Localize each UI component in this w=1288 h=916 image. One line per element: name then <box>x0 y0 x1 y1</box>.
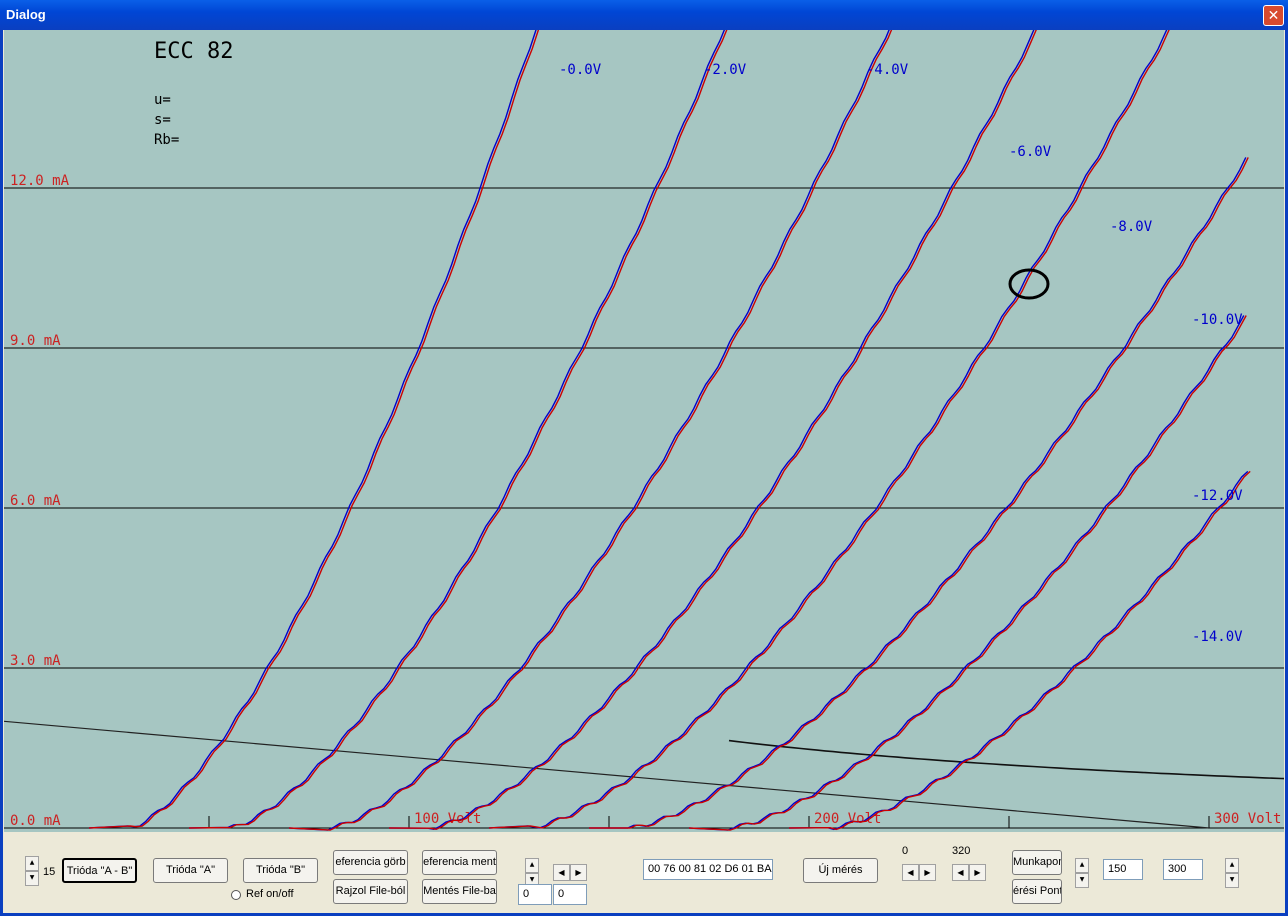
spin-up-icon[interactable]: ▲ <box>1075 858 1089 873</box>
range-max-scroll[interactable]: ◀ ▶ <box>952 864 986 881</box>
referencia-gorbe-button[interactable]: eferencia görb <box>333 850 408 875</box>
curve-80-a <box>488 30 1168 829</box>
arrow-left-icon[interactable]: ◀ <box>952 864 969 881</box>
grid-voltage-label: -6.0V <box>1009 144 1052 160</box>
param-label: u= <box>154 92 171 108</box>
curve-00-b <box>88 30 540 829</box>
arrow-right-icon[interactable]: ▶ <box>570 864 587 881</box>
param-label: s= <box>154 112 171 128</box>
offset-a-field[interactable]: 0 <box>518 884 552 905</box>
curve-20-b <box>188 30 728 829</box>
value-150-field[interactable]: 150 <box>1103 859 1143 880</box>
y-tick-label: 9.0 mA <box>10 333 61 349</box>
x-tick-label: 200 Volt <box>814 811 881 827</box>
curve-80-b <box>488 30 1170 829</box>
x-tick-label: 300 Volt <box>1214 811 1281 827</box>
spin-up-icon[interactable]: ▲ <box>525 858 539 873</box>
arrow-right-icon[interactable]: ▶ <box>919 864 936 881</box>
curve-40-a <box>288 30 890 831</box>
trioda-a-button[interactable]: Trióda "A" <box>153 858 228 883</box>
referencia-mentes-button[interactable]: eferencia ment <box>422 850 497 875</box>
arrow-right-icon[interactable]: ▶ <box>969 864 986 881</box>
operating-point-marker <box>1008 268 1050 300</box>
curve-60-b <box>388 30 1037 831</box>
tube-characteristic-plot: 12.0 mA 9.0 mA 6.0 mA 3.0 mA 0.0 mA 100 Volt 2… <box>4 30 1284 832</box>
curve-00-a <box>88 30 537 829</box>
spin-control[interactable]: ▲ ▼ <box>25 856 39 888</box>
grid-voltage-label: -8.0V <box>1110 219 1153 235</box>
trioda-ab-button[interactable]: Trióda "A - B" <box>62 858 137 883</box>
curve-60-a <box>388 30 1035 831</box>
trioda-b-button[interactable]: Trióda "B" <box>243 858 318 883</box>
y-tick-label: 3.0 mA <box>10 653 61 669</box>
chart-svg: 12.0 mA9.0 mA6.0 mA3.0 mA0.0 mA 100 Volt 2… <box>4 30 1284 831</box>
range-max-label: 320 <box>952 845 971 857</box>
curve-140-b <box>788 470 1251 831</box>
curve-140-a <box>788 470 1249 831</box>
range-min-scroll[interactable]: ◀ ▶ <box>902 864 936 881</box>
y-tick-label: 12.0 mA <box>10 173 70 189</box>
param-label: Rb= <box>154 132 179 148</box>
close-button[interactable]: ✕ <box>1263 5 1284 26</box>
rajzol-file-button[interactable]: Rajzol File-ból <box>333 879 408 904</box>
grid-voltage-label: -4.0V <box>866 62 909 78</box>
ref-onoff-label: Ref on/off <box>246 888 294 900</box>
tube-title: ECC 82 <box>154 39 233 64</box>
spin-down-icon[interactable]: ▼ <box>1225 873 1239 888</box>
offset-hscroll[interactable]: ◀ ▶ <box>553 864 587 881</box>
value-spin-control[interactable]: ▲ ▼ <box>1075 858 1089 890</box>
hex-data-field[interactable]: 00 76 00 81 02 D6 01 BA <box>643 859 773 880</box>
mentes-file-button[interactable]: Mentés File-ba <box>422 879 497 904</box>
uj-meres-button[interactable]: Új mérés <box>803 858 878 883</box>
arrow-left-icon[interactable]: ◀ <box>902 864 919 881</box>
window-title: Dialog <box>6 7 46 22</box>
range-min-label: 0 <box>902 845 909 857</box>
value-300-field[interactable]: 300 <box>1163 859 1203 880</box>
load-line <box>4 720 1210 829</box>
spin-down-icon[interactable]: ▼ <box>25 871 39 886</box>
munkapont-button[interactable]: Munkapon <box>1012 850 1062 875</box>
grid-voltage-label: -14.0V <box>1192 629 1243 645</box>
grid-voltage-label: -2.0V <box>704 62 747 78</box>
curve-20-a <box>188 30 726 829</box>
meresi-pont-button[interactable]: érési Pont <box>1012 879 1062 904</box>
title-bar: Dialog ✕ <box>0 0 1288 30</box>
y-tick-label: 0.0 mA <box>10 813 61 829</box>
grid-voltage-label: -12.0V <box>1192 488 1243 504</box>
grid-voltage-label: -0.0V <box>559 62 602 78</box>
grid-voltage-label: -10.0V <box>1192 312 1243 328</box>
spin-up-icon[interactable]: ▲ <box>1225 858 1239 873</box>
value2-spin-control[interactable]: ▲ ▼ <box>1225 858 1239 890</box>
power-hyperbola <box>728 739 1284 780</box>
spin-value: 15 <box>43 866 56 878</box>
spin-down-icon[interactable]: ▼ <box>1075 873 1089 888</box>
arrow-left-icon[interactable]: ◀ <box>553 864 570 881</box>
offset-b-field[interactable]: 0 <box>553 884 587 905</box>
ref-onoff-radio[interactable] <box>231 890 241 900</box>
spin-up-icon[interactable]: ▲ <box>25 856 39 871</box>
y-tick-label: 6.0 mA <box>10 493 61 509</box>
